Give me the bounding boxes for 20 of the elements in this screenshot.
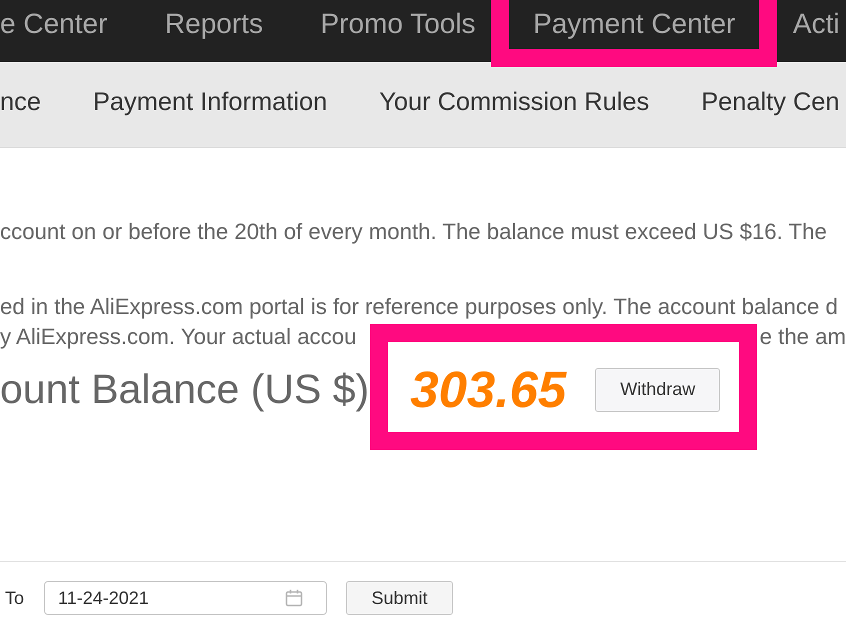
notice-text: e the am <box>760 323 846 351</box>
sub-nav-link[interactable]: Penalty Cen <box>701 87 840 117</box>
sub-nav-link[interactable]: nce <box>0 87 41 117</box>
nav-link[interactable]: Acti <box>792 7 840 40</box>
date-label: To <box>5 588 24 608</box>
balance-amount: 303.65 <box>410 364 566 415</box>
nav-link[interactable]: Reports <box>164 7 263 40</box>
nav-link[interactable]: Promo Tools <box>320 7 476 40</box>
nav-link[interactable]: e Center <box>0 7 108 40</box>
sub-nav-link[interactable]: Payment Information <box>92 87 328 117</box>
notice-text: ccount on or before the 20th of every month. The balance must exceed US $16. The <box>0 218 827 246</box>
submit-button[interactable]: Submit <box>346 581 454 615</box>
sub-nav-link[interactable]: Your Commission Rules <box>379 87 650 117</box>
nav-link[interactable]: Payment Center <box>533 7 736 40</box>
notice-text: y AliExpress.com. Your actual accou <box>0 323 356 351</box>
date-field[interactable]: 11-24-2021 <box>44 581 328 615</box>
balance-label: ount Balance (US $) <box>0 369 370 410</box>
withdraw-button[interactable]: Withdraw <box>595 368 720 412</box>
notice-text: ed in the AliExpress.com portal is for reference purposes only. The account balance d <box>0 293 838 321</box>
calendar-icon <box>285 589 304 607</box>
